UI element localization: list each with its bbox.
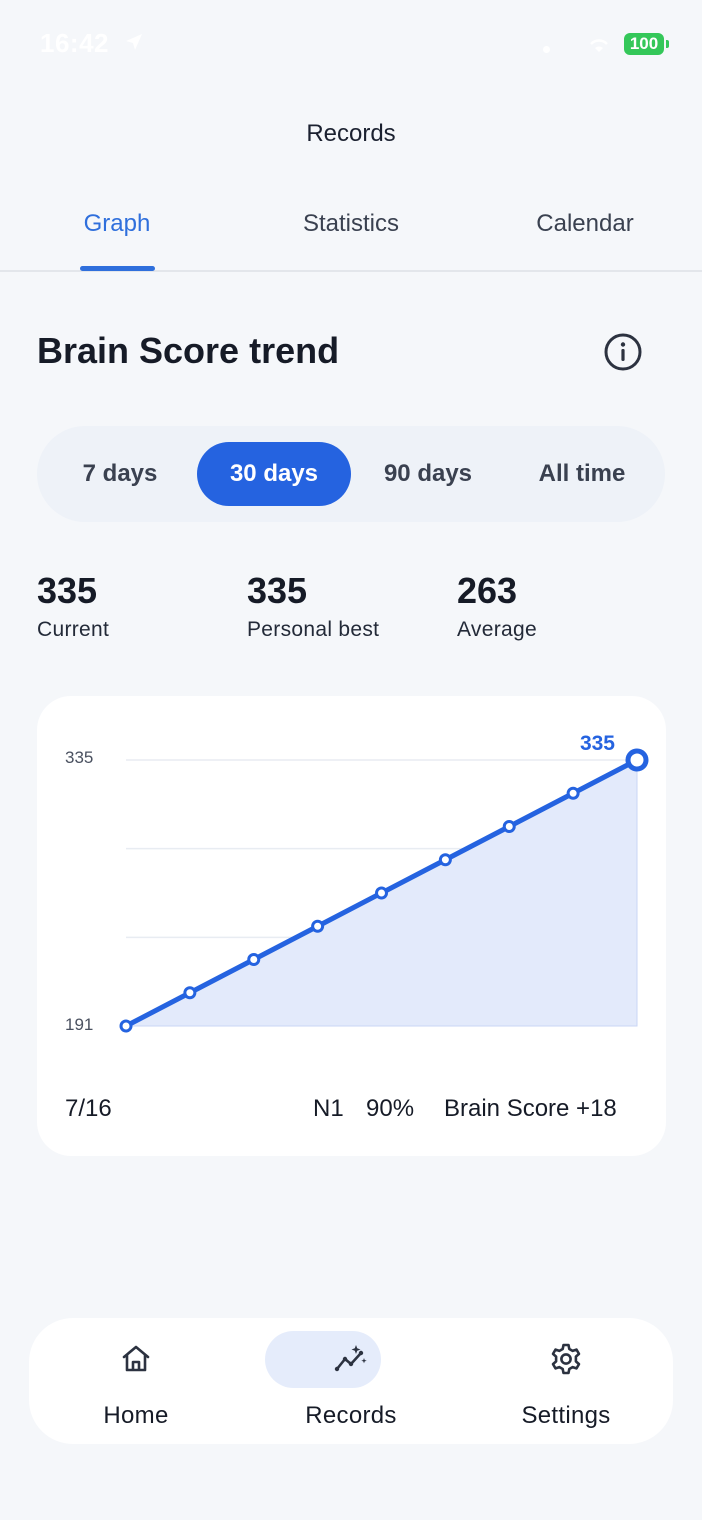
chart-point[interactable] [566, 786, 580, 800]
level-label: N1 [313, 1095, 344, 1122]
range-7-days[interactable]: 7 days [50, 442, 190, 506]
tab-calendar[interactable]: Calendar [485, 210, 685, 238]
stat-best-label: Personal best [247, 618, 380, 641]
brain-score-chart: 335 191 335 [65, 732, 649, 1034]
chart-date: 7/16 [65, 1095, 112, 1122]
chart-point[interactable] [502, 820, 516, 833]
y-tick-label-bottom: 191 [65, 1015, 93, 1034]
section-title: Brain Score trend [37, 330, 340, 371]
chart-point[interactable] [311, 919, 325, 933]
chart-point[interactable] [247, 953, 261, 966]
nav-home[interactable]: Home [36, 1318, 236, 1444]
nav-home-label: Home [103, 1402, 169, 1429]
chart-point[interactable] [119, 1019, 133, 1033]
nav-settings[interactable]: Settings [466, 1318, 666, 1444]
chart-point[interactable] [438, 853, 452, 867]
battery-indicator: 100 [624, 33, 664, 55]
nav-records-label: Records [305, 1402, 397, 1429]
trend-sparkle-icon [334, 1345, 367, 1372]
stat-current-value: 335 [37, 570, 98, 611]
signal-icon [543, 46, 550, 53]
gear-icon [551, 1343, 581, 1375]
range-all-time[interactable]: All time [508, 442, 656, 506]
range-30-days[interactable]: 30 days [197, 442, 351, 506]
battery-nub [666, 40, 669, 48]
y-tick-label-top: 335 [65, 748, 93, 767]
info-icon[interactable] [603, 332, 643, 372]
chart-point-latest[interactable] [625, 748, 649, 772]
range-90-days[interactable]: 90 days [358, 442, 498, 506]
chart-point[interactable] [375, 886, 388, 900]
nav-records[interactable]: Records [251, 1318, 451, 1444]
stat-average-label: Average [457, 618, 537, 641]
accuracy-value: 90% [366, 1095, 415, 1122]
wifi-icon [590, 39, 608, 52]
location-arrow-icon [126, 34, 142, 50]
status-time: 16:42 [40, 28, 109, 58]
score-delta: Brain Score +18 [444, 1095, 617, 1122]
chart-point[interactable] [183, 986, 197, 1000]
tab-statistics[interactable]: Statistics [251, 210, 451, 238]
stat-current-label: Current [37, 618, 110, 641]
last-point-label: 335 [580, 732, 615, 755]
page-title: Records [306, 120, 396, 147]
tab-active-indicator [80, 266, 155, 271]
stat-best-value: 335 [247, 570, 308, 611]
stat-average-value: 263 [457, 570, 518, 611]
nav-settings-label: Settings [521, 1402, 611, 1429]
home-icon [122, 1345, 150, 1372]
tab-graph[interactable]: Graph [17, 210, 217, 238]
